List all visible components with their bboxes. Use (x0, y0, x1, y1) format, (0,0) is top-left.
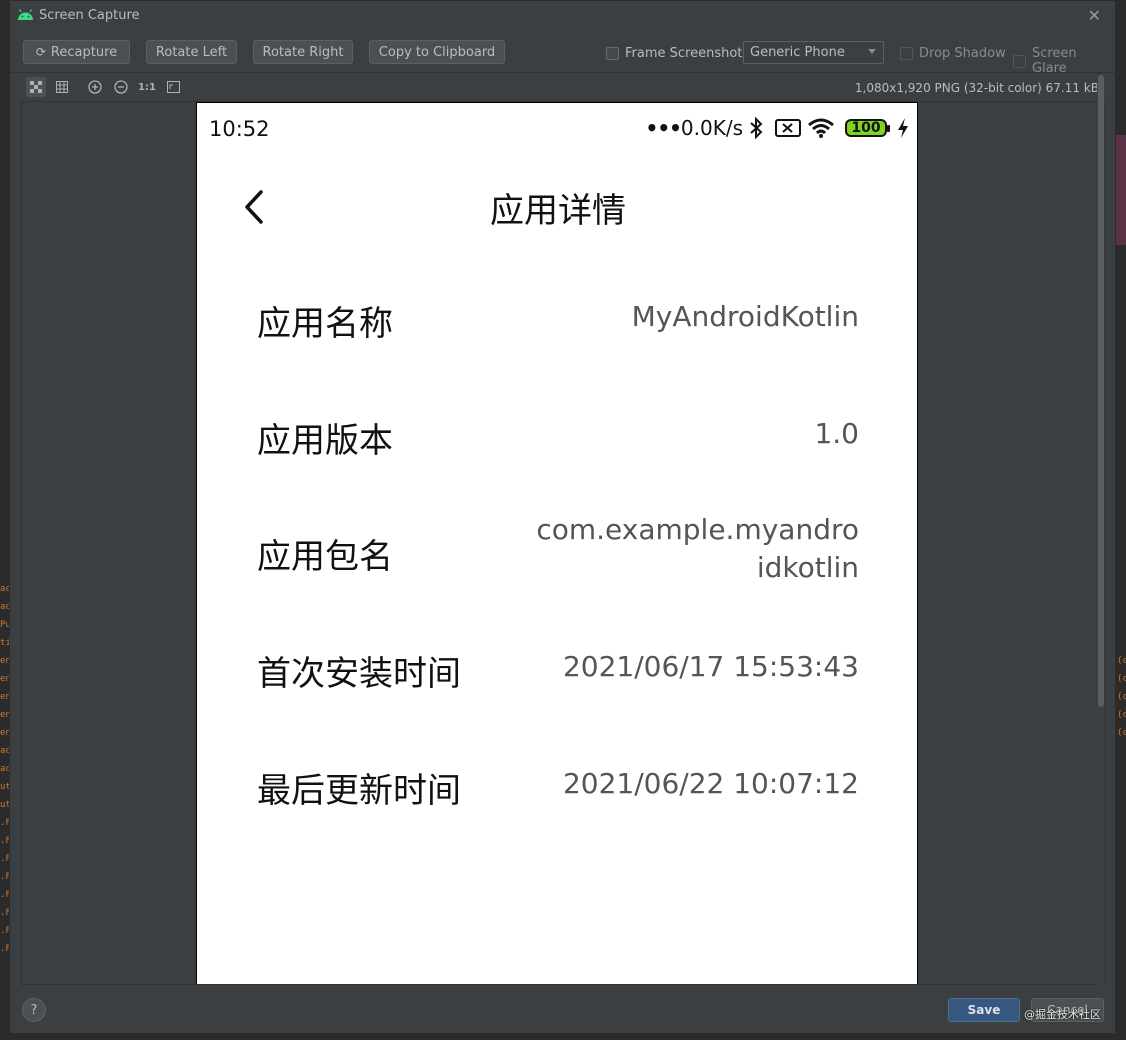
save-button[interactable]: Save (948, 998, 1020, 1022)
net-speed: 0.0K/s (680, 116, 743, 140)
row-value: 2021/06/22 10:07:12 (562, 767, 859, 800)
frame-screenshot-label: Frame Screenshot (625, 46, 743, 61)
actual-size-button[interactable]: 1:1 (137, 77, 157, 97)
help-button[interactable]: ? (22, 998, 46, 1022)
row-value: MyAndroidKotlin (631, 300, 859, 333)
image-info: 1,080x1,920 PNG (32-bit color) 67.11 kB (854, 81, 1099, 95)
battery-level: 100 (851, 120, 881, 136)
refresh-icon: ⟳ (35, 45, 46, 59)
screen: ac ac Pu ti en en en en en ac ac ut ut .F .F .F .F .F .F .F… (0, 0, 1126, 1040)
ide-code-fragment: ac ac Pu ti en en en en en ac ac ut ut .F .F .F .F .F .F .F… (0, 584, 9, 954)
device-select-value: Generic Phone (750, 45, 845, 60)
page-title: 应用详情 (490, 191, 626, 231)
zoom-out-icon[interactable] (111, 77, 131, 97)
rotate-right-button[interactable]: Rotate Right (253, 40, 353, 64)
view-toolbar: 1:1 1,080x1,920 PNG (32-bit color) 67.11… (10, 73, 1115, 101)
drop-shadow-checkbox[interactable]: Drop Shadow (900, 46, 1006, 61)
checkbox-box (900, 47, 913, 60)
copy-to-clipboard-button[interactable]: Copy to Clipboard (369, 40, 505, 64)
battery-icon: 100 (845, 119, 890, 137)
detail-row-app-name: 应用名称 MyAndroidKotlin (257, 296, 859, 356)
phone-screenshot: 10:52 ••• 0.0K/s 100 应用详情 应用名称 MyAndroid… (196, 102, 918, 984)
ide-background-left: ac ac Pu ti en en en en en ac ac ut ut .F .F .F .F .F .F .F… (0, 0, 9, 1040)
detail-row-first-install-time: 首次安装时间 2021/06/17 15:53:43 (257, 646, 859, 706)
more-dots-icon: ••• (645, 116, 682, 140)
toolbar: ⟳ Recapture Rotate Left Rotate Right Cop… (10, 37, 1115, 76)
checkbox-box (1013, 54, 1026, 68)
row-value: com.example.myandroidkotlin (536, 513, 859, 584)
grid-icon[interactable] (52, 77, 72, 97)
drop-shadow-label: Drop Shadow (919, 46, 1006, 61)
dialog-footer: ? Save Cancel @掘金技术社区 (10, 986, 1115, 1034)
row-value: 1.0 (814, 417, 859, 450)
charging-icon (898, 118, 908, 138)
ide-highlight-bar (1116, 135, 1126, 245)
frame-screenshot-checkbox[interactable]: Frame Screenshot (606, 46, 742, 61)
status-icons: ••• 0.0K/s 100 (646, 116, 909, 140)
chevron-down-icon (868, 49, 876, 54)
row-label: 应用名称 (257, 304, 393, 344)
recapture-label: Recapture (50, 44, 118, 60)
android-icon (18, 9, 33, 20)
rotate-left-button[interactable]: Rotate Left (146, 40, 237, 64)
bluetooth-icon (750, 117, 763, 139)
device-select[interactable]: Generic Phone (743, 41, 884, 64)
zoom-in-icon[interactable] (85, 77, 105, 97)
detail-row-package-name: 应用包名 com.example.myandroidkotlin (257, 513, 859, 609)
row-label: 应用包名 (257, 537, 393, 577)
wifi-icon (808, 118, 834, 138)
row-label: 首次安装时间 (257, 654, 461, 694)
status-bar: 10:52 ••• 0.0K/s 100 (197, 103, 917, 153)
ide-background-right: (c (c (c (c (c (1116, 0, 1126, 1040)
window-title: Screen Capture (39, 8, 140, 23)
screen-capture-dialog: Screen Capture ✕ ⟳ Recapture Rotate Left… (9, 0, 1116, 1034)
scrollbar-thumb[interactable] (1098, 75, 1104, 707)
row-label: 应用版本 (257, 421, 393, 461)
detail-row-last-update-time: 最后更新时间 2021/06/22 10:07:12 (257, 763, 859, 823)
preview-area: 10:52 ••• 0.0K/s 100 应用详情 应用名称 MyAndroid… (21, 101, 1106, 985)
watermark: @掘金技术社区 (1024, 1008, 1101, 1021)
row-value: 2021/06/17 15:53:43 (562, 650, 859, 683)
title-bar: Screen Capture ✕ (10, 1, 1115, 31)
status-time: 10:52 (209, 117, 270, 141)
checkerboard-icon[interactable] (26, 77, 46, 97)
close-icon[interactable]: ✕ (1088, 6, 1101, 25)
recapture-button[interactable]: ⟳ Recapture (23, 40, 130, 64)
no-sim-icon (775, 119, 801, 137)
row-label: 最后更新时间 (257, 771, 461, 811)
ide-code-fragment: (c (c (c (c (c (1117, 656, 1126, 738)
detail-row-app-version: 应用版本 1.0 (257, 413, 859, 473)
checkbox-box (606, 47, 619, 60)
fit-screen-icon[interactable] (163, 77, 183, 97)
